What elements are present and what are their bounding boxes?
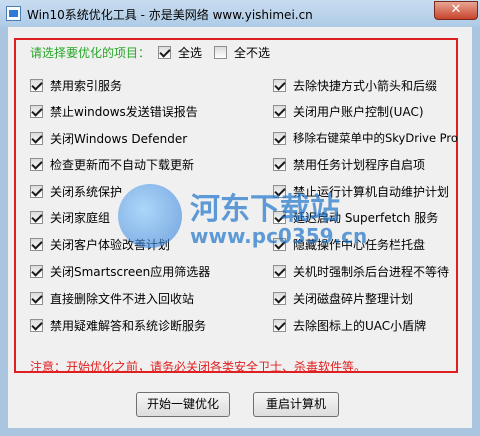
option-box[interactable] [30,132,43,145]
app-icon [6,6,21,21]
select-prompt: 请选择要优化的项目： [30,46,151,60]
select-none-label: 全不选 [234,46,271,60]
option-label: 移除右键菜单中的SkyDrive Pro [293,131,458,145]
option-label: 关闭用户账户控制(UAC) [293,105,424,119]
option-box[interactable] [30,105,43,118]
option-box[interactable] [273,319,286,332]
option-checkbox[interactable]: 直接删除文件不进入回收站 [30,290,194,307]
option-box[interactable] [30,158,43,171]
option-box[interactable] [30,238,43,251]
option-checkbox[interactable]: 关机时强制杀后台进程不等待 [273,263,449,280]
option-label: 检查更新而不自动下载更新 [50,158,195,172]
option-label: 关闭家庭组 [50,211,111,225]
option-box[interactable] [273,105,286,118]
window-title: Win10系统优化工具 - 亦是美网络 www.yishimei.cn [27,8,313,22]
restart-computer-button[interactable]: 重启计算机 [253,392,339,417]
option-label: 禁止运行计算机自动维护计划 [293,185,450,199]
option-label: 禁用疑难解答和系统诊断服务 [50,319,207,333]
select-all-checkbox[interactable]: 全选 [158,44,202,61]
option-checkbox[interactable]: 关闭客户体验改善计划 [30,236,170,253]
select-none-checkbox[interactable]: 全不选 [214,44,270,61]
option-label: 禁用任务计划程序自启项 [293,158,426,172]
option-checkbox[interactable]: 关闭磁盘碎片整理计划 [273,290,413,307]
option-label: 关机时强制杀后台进程不等待 [293,265,450,279]
option-label: 关闭Smartscreen应用筛选器 [50,265,211,279]
option-label: 直接删除文件不进入回收站 [50,292,195,306]
option-checkbox[interactable]: 关闭系统保护 [30,183,122,200]
option-box[interactable] [273,211,286,224]
start-optimize-button[interactable]: 开始一键优化 [136,392,230,417]
option-checkbox[interactable]: 禁用疑难解答和系统诊断服务 [30,317,206,334]
option-checkbox[interactable]: 检查更新而不自动下载更新 [30,156,194,173]
select-all-label: 全选 [178,46,203,60]
close-button[interactable]: ✕ [434,1,478,20]
options-header: 请选择要优化的项目： [30,44,150,61]
option-box[interactable] [273,185,286,198]
option-checkbox[interactable]: 关闭Smartscreen应用筛选器 [30,263,210,280]
option-label: 去除快捷方式小箭头和后缀 [293,79,438,93]
warning-note: 注意：开始优化之前，请务必关闭各类安全卫士、杀毒软件等。 [30,360,367,374]
option-checkbox[interactable]: 关闭用户账户控制(UAC) [273,103,424,120]
option-label: 关闭Windows Defender [50,132,188,146]
option-checkbox[interactable]: 禁用任务计划程序自启项 [273,156,425,173]
option-label: 关闭磁盘碎片整理计划 [293,292,414,306]
option-label: 关闭客户体验改善计划 [50,238,171,252]
option-label: 禁止windows发送错误报告 [50,105,198,119]
option-box[interactable] [30,211,43,224]
option-checkbox[interactable]: 关闭Windows Defender [30,130,187,147]
option-label: 禁用索引服务 [50,79,123,93]
option-checkbox[interactable]: 禁用索引服务 [30,77,122,94]
option-box[interactable] [273,79,286,92]
option-box[interactable] [273,238,286,251]
option-checkbox[interactable]: 禁止windows发送错误报告 [30,103,198,120]
select-none-box[interactable] [214,46,227,59]
option-label: 延迟启动 Superfetch 服务 [293,211,439,225]
option-checkbox[interactable]: 延迟启动 Superfetch 服务 [273,209,438,226]
option-box[interactable] [273,265,286,278]
select-all-box[interactable] [158,46,171,59]
option-box[interactable] [273,131,286,145]
option-checkbox[interactable]: 移除右键菜单中的SkyDrive Pro [273,130,458,146]
option-box[interactable] [30,292,43,305]
option-checkbox[interactable]: 关闭家庭组 [30,209,110,226]
option-box[interactable] [30,265,43,278]
option-label: 关闭系统保护 [50,185,123,199]
option-checkbox[interactable]: 隐藏操作中心任务栏托盘 [273,236,425,253]
option-box[interactable] [273,292,286,305]
option-box[interactable] [30,319,43,332]
option-label: 隐藏操作中心任务栏托盘 [293,238,426,252]
option-checkbox[interactable]: 禁止运行计算机自动维护计划 [273,183,449,200]
option-box[interactable] [30,79,43,92]
option-checkbox[interactable]: 去除图标上的UAC小盾牌 [273,317,426,334]
option-box[interactable] [273,158,286,171]
title-bar[interactable]: Win10系统优化工具 - 亦是美网络 www.yishimei.cn ✕ [0,0,480,27]
option-box[interactable] [30,185,43,198]
option-label: 去除图标上的UAC小盾牌 [293,319,427,333]
option-checkbox[interactable]: 去除快捷方式小箭头和后缀 [273,77,437,94]
